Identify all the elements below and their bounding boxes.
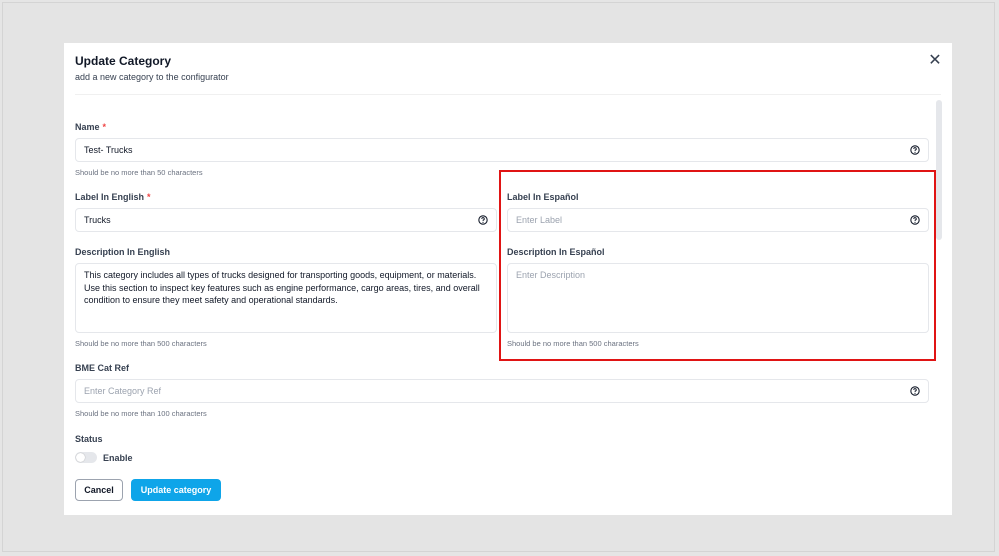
required-mark: * — [147, 192, 151, 202]
highlight-box — [499, 170, 936, 361]
scrollbar[interactable] — [936, 100, 942, 240]
required-mark: * — [102, 122, 107, 132]
bme-cat-ref-placeholder: Enter Category Ref — [84, 386, 162, 396]
label-en-input[interactable]: Trucks — [75, 208, 497, 232]
description-en-textarea[interactable]: This category includes all types of truc… — [75, 263, 497, 333]
close-icon[interactable]: ✕ — [927, 53, 943, 69]
modal-title: Update Category — [75, 54, 172, 68]
bme-cat-ref-label: BME Cat Ref — [75, 363, 130, 373]
name-hint: Should be no more than 50 characters — [75, 168, 203, 177]
help-circle-icon[interactable] — [910, 386, 920, 396]
description-en-value: This category includes all types of truc… — [84, 270, 480, 305]
status-label: Status — [75, 434, 103, 444]
label-en-label: Label In English * — [75, 192, 151, 202]
status-toggle-label: Enable — [103, 453, 133, 463]
status-toggle[interactable] — [75, 452, 97, 463]
description-en-label: Description In English — [75, 247, 171, 257]
description-en-hint: Should be no more than 500 characters — [75, 339, 207, 348]
header-divider — [75, 94, 941, 95]
name-input-value: Test- Trucks — [84, 145, 133, 155]
toggle-knob — [76, 453, 85, 462]
help-circle-icon[interactable] — [910, 145, 920, 155]
modal-subtitle: add a new category to the configurator — [75, 72, 229, 82]
bme-cat-ref-input[interactable]: Enter Category Ref — [75, 379, 929, 403]
bme-cat-ref-hint: Should be no more than 100 characters — [75, 409, 207, 418]
update-category-button[interactable]: Update category — [131, 479, 221, 501]
label-en-input-value: Trucks — [84, 215, 111, 225]
name-input[interactable]: Test- Trucks — [75, 138, 929, 162]
cancel-button[interactable]: Cancel — [75, 479, 123, 501]
name-label: Name * — [75, 122, 107, 132]
help-circle-icon[interactable] — [478, 215, 488, 225]
